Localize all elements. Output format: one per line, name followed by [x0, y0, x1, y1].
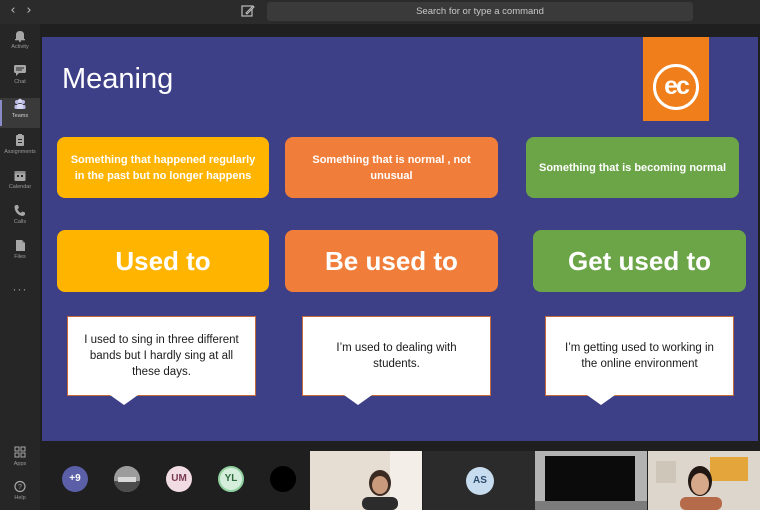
ec-logo-text: ec [653, 64, 699, 110]
rail-item-teams[interactable]: Teams [0, 98, 40, 128]
participant-avatar-photo[interactable] [114, 466, 140, 492]
video-tile-self[interactable] [648, 451, 760, 510]
more-apps-icon[interactable]: ··· [0, 282, 40, 296]
rail-item-help[interactable]: ? Help [0, 480, 40, 510]
calendar-icon [14, 171, 26, 181]
back-arrow-icon[interactable]: ‹ [6, 3, 20, 19]
rail-item-label: Assignments [4, 149, 36, 155]
shared-slide: Meaning ec Something that happened regul… [42, 37, 758, 441]
example-callout-be-used-to: I’m used to dealing with students. [302, 316, 491, 396]
participant-avatar-as: AS [466, 467, 494, 495]
video-tile-as[interactable]: AS [423, 451, 535, 510]
compose-icon[interactable] [240, 3, 256, 19]
example-callout-get-used-to: I’m getting used to working in the onlin… [545, 316, 734, 396]
participant-avatar-um[interactable]: UM [166, 466, 192, 492]
definition-box-get-used-to: Something that is becoming normal [526, 137, 739, 198]
rail-item-label: Activity [11, 44, 29, 50]
callout-tail [344, 395, 372, 405]
rail-item-label: Calls [13, 219, 27, 225]
app-rail: Activity Chat Teams Assignments Calendar… [0, 24, 40, 510]
rail-item-calendar[interactable]: Calendar [0, 169, 40, 199]
help-icon: ? [14, 480, 26, 493]
bell-icon [15, 31, 25, 42]
rail-item-calls[interactable]: Calls [0, 204, 40, 234]
participant-avatar-black[interactable] [270, 466, 296, 492]
rail-item-assignments[interactable]: Assignments [0, 134, 40, 164]
phrase-box-be-used-to: Be used to [285, 230, 498, 292]
ec-logo: ec [643, 37, 709, 121]
title-bar: ‹ › Search for or type a command [0, 0, 760, 24]
callout-tail [587, 395, 615, 405]
phrase-box-get-used-to: Get used to [533, 230, 746, 292]
phrase-box-used-to: Used to [57, 230, 269, 292]
definition-box-be-used-to: Something that is normal , not unusual [285, 137, 498, 198]
participant-overflow-badge[interactable]: +9 [62, 466, 88, 492]
assignments-icon [16, 134, 24, 146]
teams-window: ‹ › Search for or type a command Activit… [0, 0, 760, 510]
rail-item-label: Files [14, 254, 26, 260]
file-icon [16, 240, 25, 251]
chat-icon [14, 65, 26, 76]
rail-item-files[interactable]: Files [0, 239, 40, 269]
rail-item-label: Apps [13, 461, 27, 467]
video-tile-presenter[interactable] [310, 451, 422, 510]
video-tile-participant[interactable] [535, 451, 647, 510]
definition-box-used-to: Something that happened regularly in the… [57, 137, 269, 198]
apps-icon [14, 446, 26, 458]
search-input[interactable]: Search for or type a command [267, 2, 693, 21]
slide-title: Meaning [62, 63, 174, 95]
rail-item-apps[interactable]: Apps [0, 446, 40, 476]
forward-arrow-icon[interactable]: › [22, 3, 36, 19]
participant-avatar-yl[interactable]: YL [218, 466, 244, 492]
rail-item-label: Help [14, 495, 26, 501]
teams-icon [14, 98, 26, 109]
rail-item-label: Chat [14, 79, 26, 85]
callout-tail [110, 395, 138, 405]
rail-item-label: Teams [11, 113, 29, 119]
phone-icon [14, 205, 25, 216]
rail-item-chat[interactable]: Chat [0, 64, 40, 94]
svg-text:?: ? [18, 484, 22, 491]
example-callout-used-to: I used to sing in three different bands … [67, 316, 256, 396]
rail-item-activity[interactable]: Activity [0, 29, 40, 59]
rail-item-label: Calendar [8, 184, 32, 190]
